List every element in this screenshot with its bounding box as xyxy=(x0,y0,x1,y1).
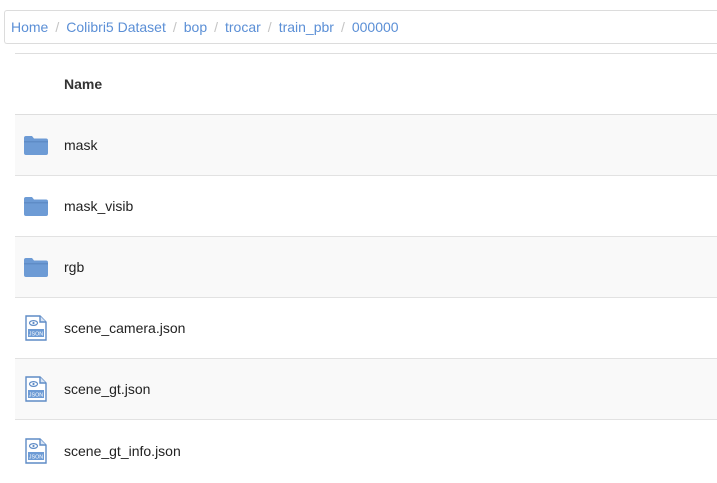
breadcrumb: Home / Colibri5 Dataset / bop / trocar /… xyxy=(4,10,717,44)
json-file-icon: JSON xyxy=(23,376,49,402)
row-name[interactable]: scene_camera.json xyxy=(64,320,185,336)
breadcrumb-separator: / xyxy=(214,19,218,35)
row-name[interactable]: scene_gt.json xyxy=(64,381,150,397)
table-row[interactable]: mask_visib xyxy=(15,176,717,237)
table-row[interactable]: JSON scene_gt.json xyxy=(15,359,717,420)
table-row[interactable]: mask xyxy=(15,115,717,176)
breadcrumb-separator: / xyxy=(55,19,60,35)
table-row[interactable]: JSON scene_camera.json xyxy=(15,298,717,359)
folder-icon xyxy=(23,132,49,158)
breadcrumb-bop[interactable]: bop xyxy=(184,19,207,35)
table-header: Name xyxy=(15,53,717,115)
breadcrumb-separator: / xyxy=(267,19,272,35)
row-name[interactable]: scene_gt_info.json xyxy=(64,443,181,459)
folder-icon xyxy=(23,254,49,280)
name-column-header[interactable]: Name xyxy=(64,76,102,92)
json-file-icon: JSON xyxy=(23,315,49,341)
breadcrumb-home[interactable]: Home xyxy=(11,19,48,35)
json-file-icon: JSON xyxy=(23,437,49,464)
row-name[interactable]: rgb xyxy=(64,259,84,275)
folder-icon xyxy=(23,193,49,219)
row-name[interactable]: mask_visib xyxy=(64,198,133,214)
breadcrumb-trocar[interactable]: trocar xyxy=(225,19,261,35)
row-name[interactable]: mask xyxy=(64,137,97,153)
json-icon-label: JSON xyxy=(29,332,43,338)
json-icon-label: JSON xyxy=(29,454,43,460)
breadcrumb-000000[interactable]: 000000 xyxy=(352,19,399,35)
file-table: Name mask mask_visib rgb JSON scene_came… xyxy=(15,53,717,481)
breadcrumb-separator: / xyxy=(340,19,345,35)
table-row[interactable]: JSON scene_gt_info.json xyxy=(15,420,717,481)
breadcrumb-train-pbr[interactable]: train_pbr xyxy=(279,19,334,35)
table-row[interactable]: rgb xyxy=(15,237,717,298)
breadcrumb-colibri5-dataset[interactable]: Colibri5 Dataset xyxy=(66,19,166,35)
breadcrumb-separator: / xyxy=(172,19,177,35)
json-icon-label: JSON xyxy=(29,393,43,399)
